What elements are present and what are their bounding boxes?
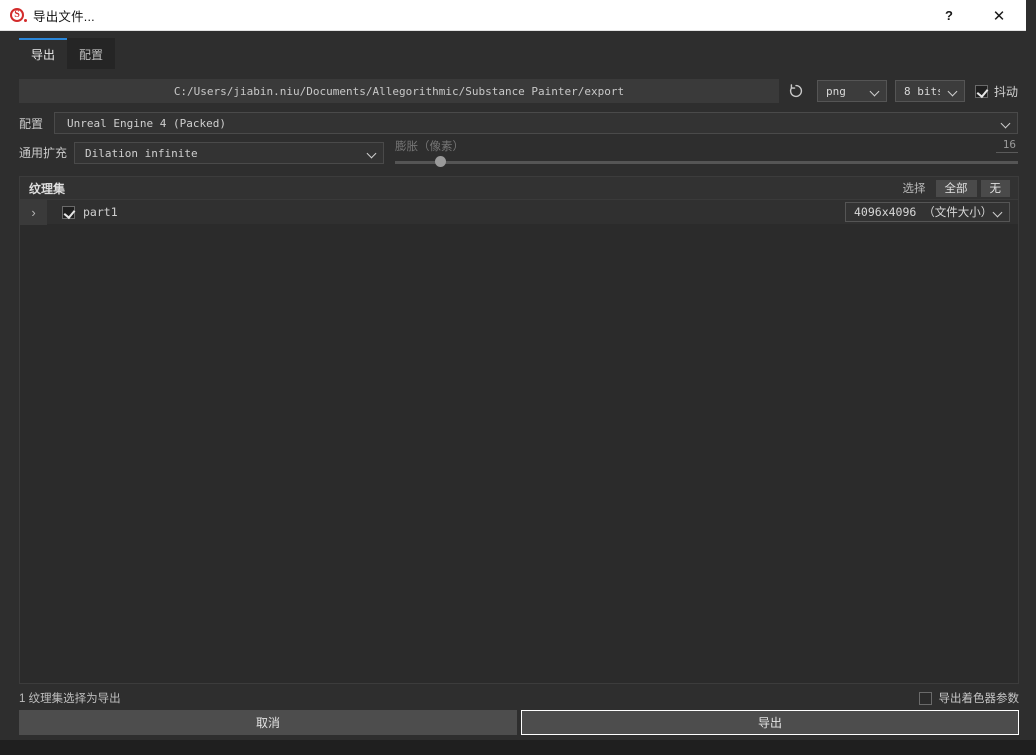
config-preset-select[interactable]: Unreal Engine 4 (Packed) [54,112,1018,134]
status-text: 1 纹理集选择为导出 [19,693,121,705]
texture-set-name: part1 [83,205,118,219]
texture-sets-title: 纹理集 [29,181,66,196]
config-preset-row: 配置 Unreal Engine 4 (Packed) [0,112,1026,134]
texture-sets-list: › part1 4096x4096 （文件大小） [20,199,1018,225]
dialog-footer: 取消 导出 [19,710,1019,735]
padding-value: Dilation infinite [85,146,198,160]
cancel-button[interactable]: 取消 [19,710,517,735]
export-shader-params-toggle[interactable]: 导出着色器参数 [918,690,1020,706]
background-bottom-strip [0,740,1036,755]
texture-sets-panel: 纹理集 选择 全部 无 › part1 4096x4096 （文件大小） [19,176,1019,684]
export-dialog: S 导出文件... ? ✕ 导出 配置 C:/Users/jiabin.niu/… [0,0,1036,740]
dilation-slider-label: 膨胀（像素） [395,141,464,153]
format-value: png [825,84,846,98]
export-shader-params-label: 导出着色器参数 [938,693,1020,705]
window-title: 导出文件... [33,9,95,24]
status-row: 1 纹理集选择为导出 导出着色器参数 [19,690,1019,706]
dialog-tabbar: 导出 配置 [0,31,1026,70]
refresh-icon[interactable] [779,79,813,103]
chevron-down-icon [993,207,1003,217]
dialog-titlebar[interactable]: S 导出文件... ? ✕ [0,0,1026,31]
select-none-button[interactable]: 无 [980,179,1010,197]
tab-export[interactable]: 导出 [19,38,68,69]
bit-depth-value: 8 bits [903,84,940,98]
format-select[interactable]: png [816,80,887,102]
resolution-select[interactable]: 4096x4096 （文件大小） [845,202,1010,222]
dither-checkbox[interactable] [974,84,988,98]
table-row[interactable]: › part1 4096x4096 （文件大小） [20,199,1018,225]
chevron-right-icon[interactable]: › [20,199,47,225]
dilation-slider-track[interactable] [395,161,1018,164]
dither-label: 抖动 [993,84,1018,99]
padding-label: 通用扩充 [19,146,68,160]
padding-select[interactable]: Dilation infinite [74,142,384,164]
select-all-button[interactable]: 全部 [935,179,977,197]
substance-painter-icon: S [9,7,27,23]
chevron-down-icon [1001,118,1011,128]
chevron-down-icon [870,86,880,96]
dilation-slider-handle[interactable] [435,156,447,167]
dilation-slider-group: 膨胀（像素） 16 [395,138,1018,170]
dilation-value-field[interactable]: 16 [996,138,1018,153]
texture-set-checkbox[interactable] [62,205,75,219]
config-preset-value: Unreal Engine 4 (Packed) [67,116,226,130]
export-path-field[interactable]: C:/Users/jiabin.niu/Documents/Allegorith… [19,79,779,103]
texture-sets-header: 纹理集 选择 全部 无 [20,177,1018,200]
dither-toggle[interactable]: 抖动 [974,83,1018,100]
close-button[interactable]: ✕ [976,0,1022,31]
bit-depth-select[interactable]: 8 bits [894,80,965,102]
resolution-value: 4096x4096 （文件大小） [854,205,993,219]
help-button[interactable]: ? [926,0,972,31]
export-button[interactable]: 导出 [521,710,1019,735]
tab-config[interactable]: 配置 [67,38,116,69]
export-shader-params-checkbox[interactable] [918,691,932,705]
chevron-down-icon [948,86,958,96]
output-settings-row: C:/Users/jiabin.niu/Documents/Allegorith… [0,78,1026,104]
chevron-down-icon [367,148,377,158]
padding-row: 通用扩充 Dilation infinite 膨胀（像素） 16 [0,138,1026,174]
selection-label: 选择 [902,183,926,195]
config-label: 配置 [19,116,44,131]
